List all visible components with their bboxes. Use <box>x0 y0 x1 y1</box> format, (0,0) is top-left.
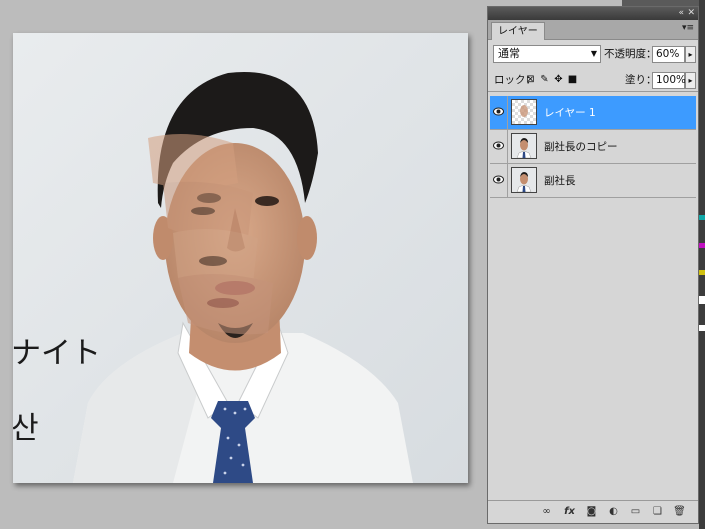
panel-footer: ∞ fx ◙ ◐ ▭ ❏ 🗑 <box>488 500 698 523</box>
blend-mode-value: 通常 <box>498 47 520 60</box>
blend-opacity-row: 通常 ▼ 不透明度： 60% ▸ <box>488 43 698 65</box>
lock-fill-row: ロック： ⊠ ✎ ✥ ■ 塗り： 100% ▸ <box>488 71 698 92</box>
visibility-toggle[interactable] <box>490 130 508 163</box>
link-layers-icon[interactable]: ∞ <box>540 505 553 518</box>
layer-thumbnail <box>511 99 537 125</box>
layer-thumbnail <box>511 133 537 159</box>
document-canvas[interactable]: ナイト 산 <box>13 33 468 483</box>
eye-icon <box>493 175 504 184</box>
eye-icon <box>493 141 504 150</box>
collapse-icon[interactable]: « <box>678 7 684 19</box>
eye-icon <box>493 107 504 116</box>
opacity-input[interactable]: 60% <box>652 46 685 63</box>
swatch-magenta <box>699 243 705 248</box>
layer-mask-icon[interactable]: ◙ <box>585 505 598 518</box>
layer-list: レイヤー 1 副社長のコピー 副社長 <box>490 96 696 198</box>
adjustment-layer-icon[interactable]: ◐ <box>607 505 620 518</box>
lock-transparency-icon[interactable]: ⊠ <box>525 74 536 85</box>
trash-icon[interactable]: 🗑 <box>673 505 686 518</box>
visibility-toggle[interactable] <box>490 96 508 129</box>
swatch-white <box>699 325 705 331</box>
tab-layers[interactable]: レイヤー <box>491 22 545 40</box>
new-layer-icon[interactable]: ❏ <box>651 505 664 518</box>
layer-row-original[interactable]: 副社長 <box>490 164 696 198</box>
swatch-yellow <box>699 270 705 275</box>
whiteboard-text-1: ナイト <box>13 336 101 371</box>
lock-all-icon[interactable]: ■ <box>567 74 578 85</box>
whiteboard-text-2: 산 <box>13 411 39 446</box>
swatch-cyan <box>699 215 705 220</box>
chevron-down-icon: ▼ <box>590 49 597 58</box>
panel-titlebar[interactable]: « ✕ <box>488 7 698 20</box>
layer-name: 副社長 <box>544 175 576 187</box>
layer-name: レイヤー 1 <box>544 107 596 119</box>
layer-style-icon[interactable]: fx <box>563 505 576 518</box>
visibility-toggle[interactable] <box>490 164 508 197</box>
layer-name: 副社長のコピー <box>544 141 618 153</box>
panel-menu-icon[interactable]: ▾≡ <box>682 23 694 33</box>
layer-row-copy[interactable]: 副社長のコピー <box>490 130 696 164</box>
opacity-label: 不透明度： <box>604 48 657 60</box>
photo-image: ナイト 산 <box>13 33 468 483</box>
fill-slider-button[interactable]: ▸ <box>685 72 696 89</box>
right-dock-strip <box>699 0 705 529</box>
fill-input[interactable]: 100% <box>652 72 686 89</box>
close-icon[interactable]: ✕ <box>687 7 695 19</box>
layer-row-layer-1[interactable]: レイヤー 1 <box>490 96 696 130</box>
opacity-slider-button[interactable]: ▸ <box>685 46 696 63</box>
group-folder-icon[interactable]: ▭ <box>629 505 642 518</box>
layer-thumbnail <box>511 167 537 193</box>
lock-brush-icon[interactable]: ✎ <box>539 74 550 85</box>
panel-tab-bar: レイヤー ▾≡ <box>488 20 698 40</box>
blend-mode-select[interactable]: 通常 ▼ <box>493 45 601 63</box>
lock-move-icon[interactable]: ✥ <box>553 74 564 85</box>
layers-panel: « ✕ レイヤー ▾≡ 通常 ▼ 不透明度： 60% ▸ ロック： ⊠ ✎ ✥ … <box>487 6 699 524</box>
swatch-white <box>699 296 705 304</box>
